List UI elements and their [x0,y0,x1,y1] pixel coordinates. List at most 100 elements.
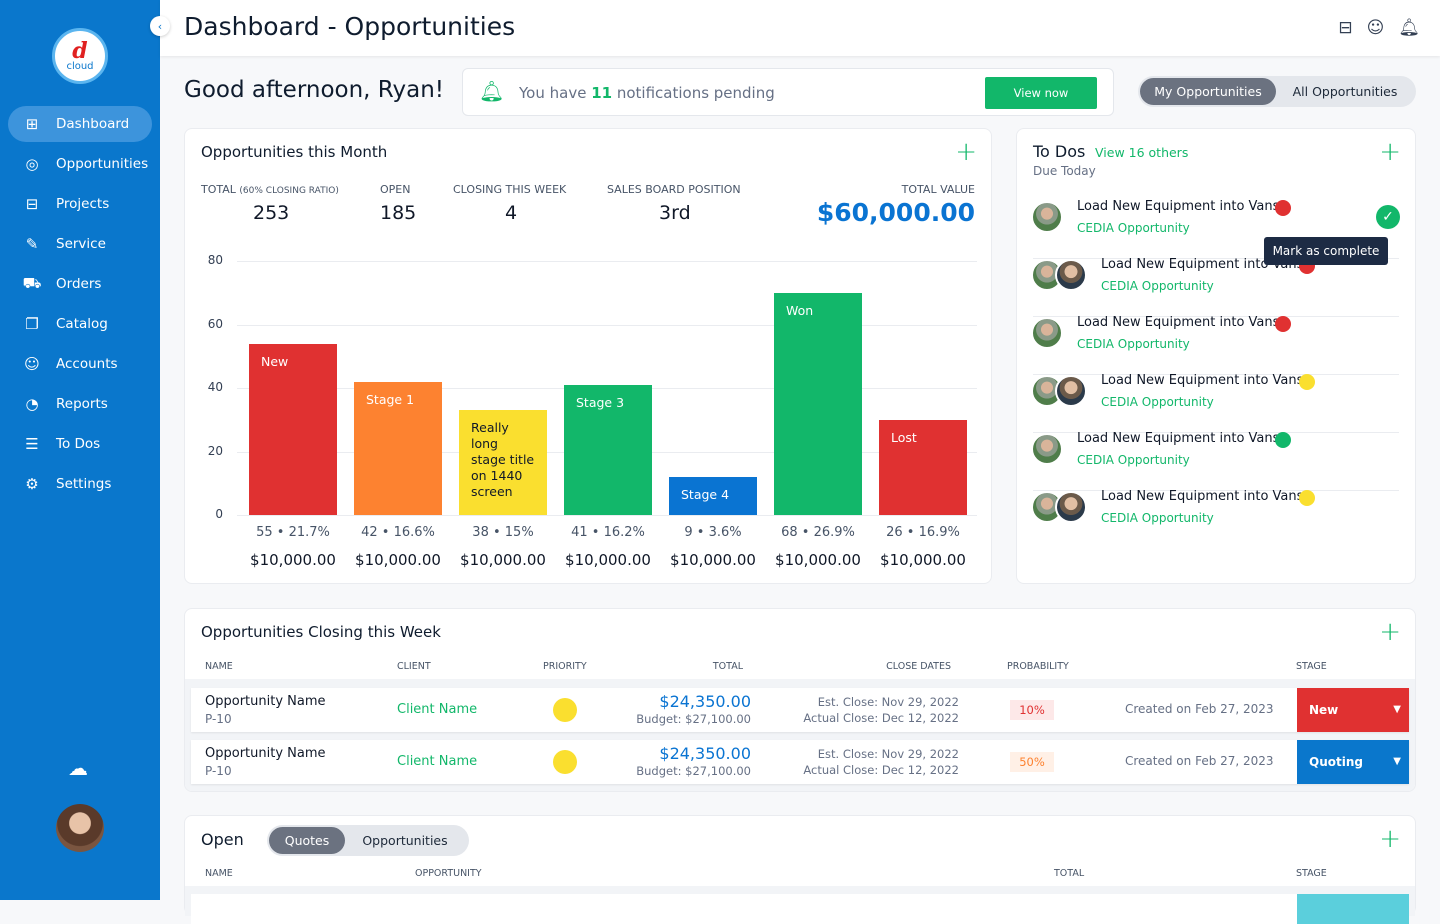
priority-dot [1299,490,1315,506]
todo-item[interactable]: Load New Equipment into Vans CEDIA Opport… [1031,315,1399,375]
add-todo-icon[interactable]: + [1379,139,1401,165]
table-row[interactable]: Opportunity Name P-10 Client Name $24,350.0… [191,740,1409,784]
stage-dropdown[interactable]: New ▼ [1297,688,1409,732]
add-icon[interactable]: + [1379,619,1401,645]
chat-icon[interactable]: ☺ [1367,18,1385,38]
todo-link[interactable]: CEDIA Opportunity [1077,337,1190,351]
stat-board-position: SALES BOARD POSITION 3rd [607,183,741,224]
bell-icon: 🔔︎ [479,79,505,103]
column-header[interactable]: STAGE [1296,661,1327,672]
sidebar-item-projects[interactable]: ⊟ Projects [8,186,152,222]
todo-item[interactable]: Load New Equipment into Vans CEDIA Opport… [1031,373,1399,433]
column-header[interactable]: PROBABILITY [1007,661,1069,672]
bar-1[interactable]: Stage 1 [354,381,442,515]
todo-link[interactable]: CEDIA Opportunity [1101,511,1214,525]
view-now-button[interactable]: View now [985,77,1097,109]
stage-label: New [1309,703,1339,717]
cloud-lightning-icon[interactable]: ☁ [68,756,88,780]
add-icon[interactable]: + [1379,826,1401,852]
column-header[interactable]: TOTAL [1054,868,1084,879]
column-header[interactable]: TOTAL [713,661,743,672]
gridline [237,515,977,516]
todo-item[interactable]: Load New Equipment into Vans CEDIA Opport… [1031,431,1399,491]
collapse-sidebar-button[interactable]: ‹ [150,16,170,36]
todo-link[interactable]: CEDIA Opportunity [1101,395,1214,409]
column-header[interactable]: NAME [205,661,233,672]
bar-2[interactable]: Really long stage title on 1440 screen [459,410,547,515]
opportunities-tab[interactable]: Opportunities [345,827,465,854]
priority-dot [553,698,577,722]
todo-item[interactable]: Load New Equipment into Vans CEDIA Opport… [1031,489,1399,549]
todo-link[interactable]: CEDIA Opportunity [1101,279,1214,293]
bar-amount: $10,000.00 [250,551,336,569]
bar-5[interactable]: Won [774,292,862,515]
todo-link[interactable]: CEDIA Opportunity [1077,453,1190,467]
sidebar-item-orders[interactable]: ⛟ Orders [8,266,152,302]
sidebar-item-accounts[interactable]: ☺ Accounts [8,346,152,382]
sidebar-item-label: Projects [56,196,110,212]
column-header[interactable]: PRIORITY [543,661,587,672]
table-row[interactable]: Opportunity Name P-10 Client Name $24,350.0… [191,688,1409,732]
bar-3[interactable]: Stage 3 [564,384,652,515]
gridline [237,261,977,262]
y-tick-label: 20 [207,443,223,458]
separator: • [902,525,919,540]
chevron-down-icon: ▼ [1393,704,1401,715]
column-header[interactable]: STAGE [1296,868,1327,879]
opportunity-name: Opportunity Name [205,694,326,709]
separator: • [488,525,505,540]
briefcase-icon: ⊟ [25,195,39,213]
sidebar-item-reports[interactable]: ◔ Reports [8,386,152,422]
sidebar-item-service[interactable]: ✎ Service [8,226,152,262]
briefcase-icon[interactable]: ⊟ [1338,18,1352,38]
client-link[interactable]: Client Name [397,702,477,717]
y-tick-label: 40 [207,380,223,394]
stage-dropdown[interactable]: Quoting ▼ [1297,740,1409,784]
bar-count-percent: 9 • 3.6% [663,525,763,540]
column-header[interactable]: NAME [205,868,233,879]
column-header[interactable]: CLIENT [397,661,431,672]
probability-badge: 10% [1010,700,1054,720]
todo-title: Load New Equipment into Vans [1101,489,1304,504]
my-opportunities-tab[interactable]: My Opportunities [1140,78,1276,105]
sidebar-item-dashboard[interactable]: ⊞ Dashboard [8,106,152,142]
stage-dropdown[interactable] [1297,894,1409,924]
sidebar-item-to-dos[interactable]: ☰ To Dos [8,426,152,462]
bar-6[interactable]: Lost [879,419,967,515]
add-icon[interactable]: + [955,139,977,165]
created-date: Created on Feb 27, 2023 [1125,754,1274,768]
avatar [1031,317,1063,349]
card-title: Opportunities Closing this Week [201,623,441,641]
sidebar-item-settings[interactable]: ⚙ Settings [8,466,152,502]
sidebar-item-catalog[interactable]: ❐ Catalog [8,306,152,342]
client-link[interactable]: Client Name [397,754,477,769]
stat-closing-week: CLOSING THIS WEEK 4 [453,183,567,224]
bar-count: 26 [886,525,903,540]
created-date: Created on Feb 27, 2023 [1125,702,1274,716]
avatar [1055,491,1087,523]
separator: • [272,525,289,540]
view-others-link[interactable]: View 16 others [1095,145,1188,160]
bell-icon[interactable]: 🔔︎ [1398,18,1420,38]
y-tick-label: 80 [207,253,223,267]
stage-label: Quoting [1309,755,1363,769]
logo[interactable]: d cloud [52,28,108,84]
sidebar-item-opportunities[interactable]: ◎ Opportunities [8,146,152,182]
column-header[interactable]: OPPORTUNITY [415,868,482,879]
bar-4[interactable]: Stage 4 [669,476,757,515]
bar-count: 68 [781,525,798,540]
mark-complete-button[interactable]: ✓ [1376,205,1400,229]
user-avatar[interactable] [56,804,104,852]
opportunity-id: P-10 [205,712,232,726]
bar-percent: 16.2% [603,525,645,540]
header: Dashboard - Opportunities ⊟ ☺ 🔔︎ [160,0,1440,56]
wrench-icon: ✎ [25,235,39,253]
bar-0[interactable]: New [249,343,337,515]
todo-item[interactable]: Load New Equipment into Vans CEDIA Opport… [1031,257,1399,317]
todo-link[interactable]: CEDIA Opportunity [1077,221,1190,235]
column-header[interactable]: CLOSE DATES [886,661,951,672]
stat-open: OPEN 185 [380,183,417,224]
bar-count-percent: 26 • 16.9% [873,525,973,540]
quotes-tab[interactable]: Quotes [269,827,345,854]
all-opportunities-tab[interactable]: All Opportunities [1276,78,1414,105]
